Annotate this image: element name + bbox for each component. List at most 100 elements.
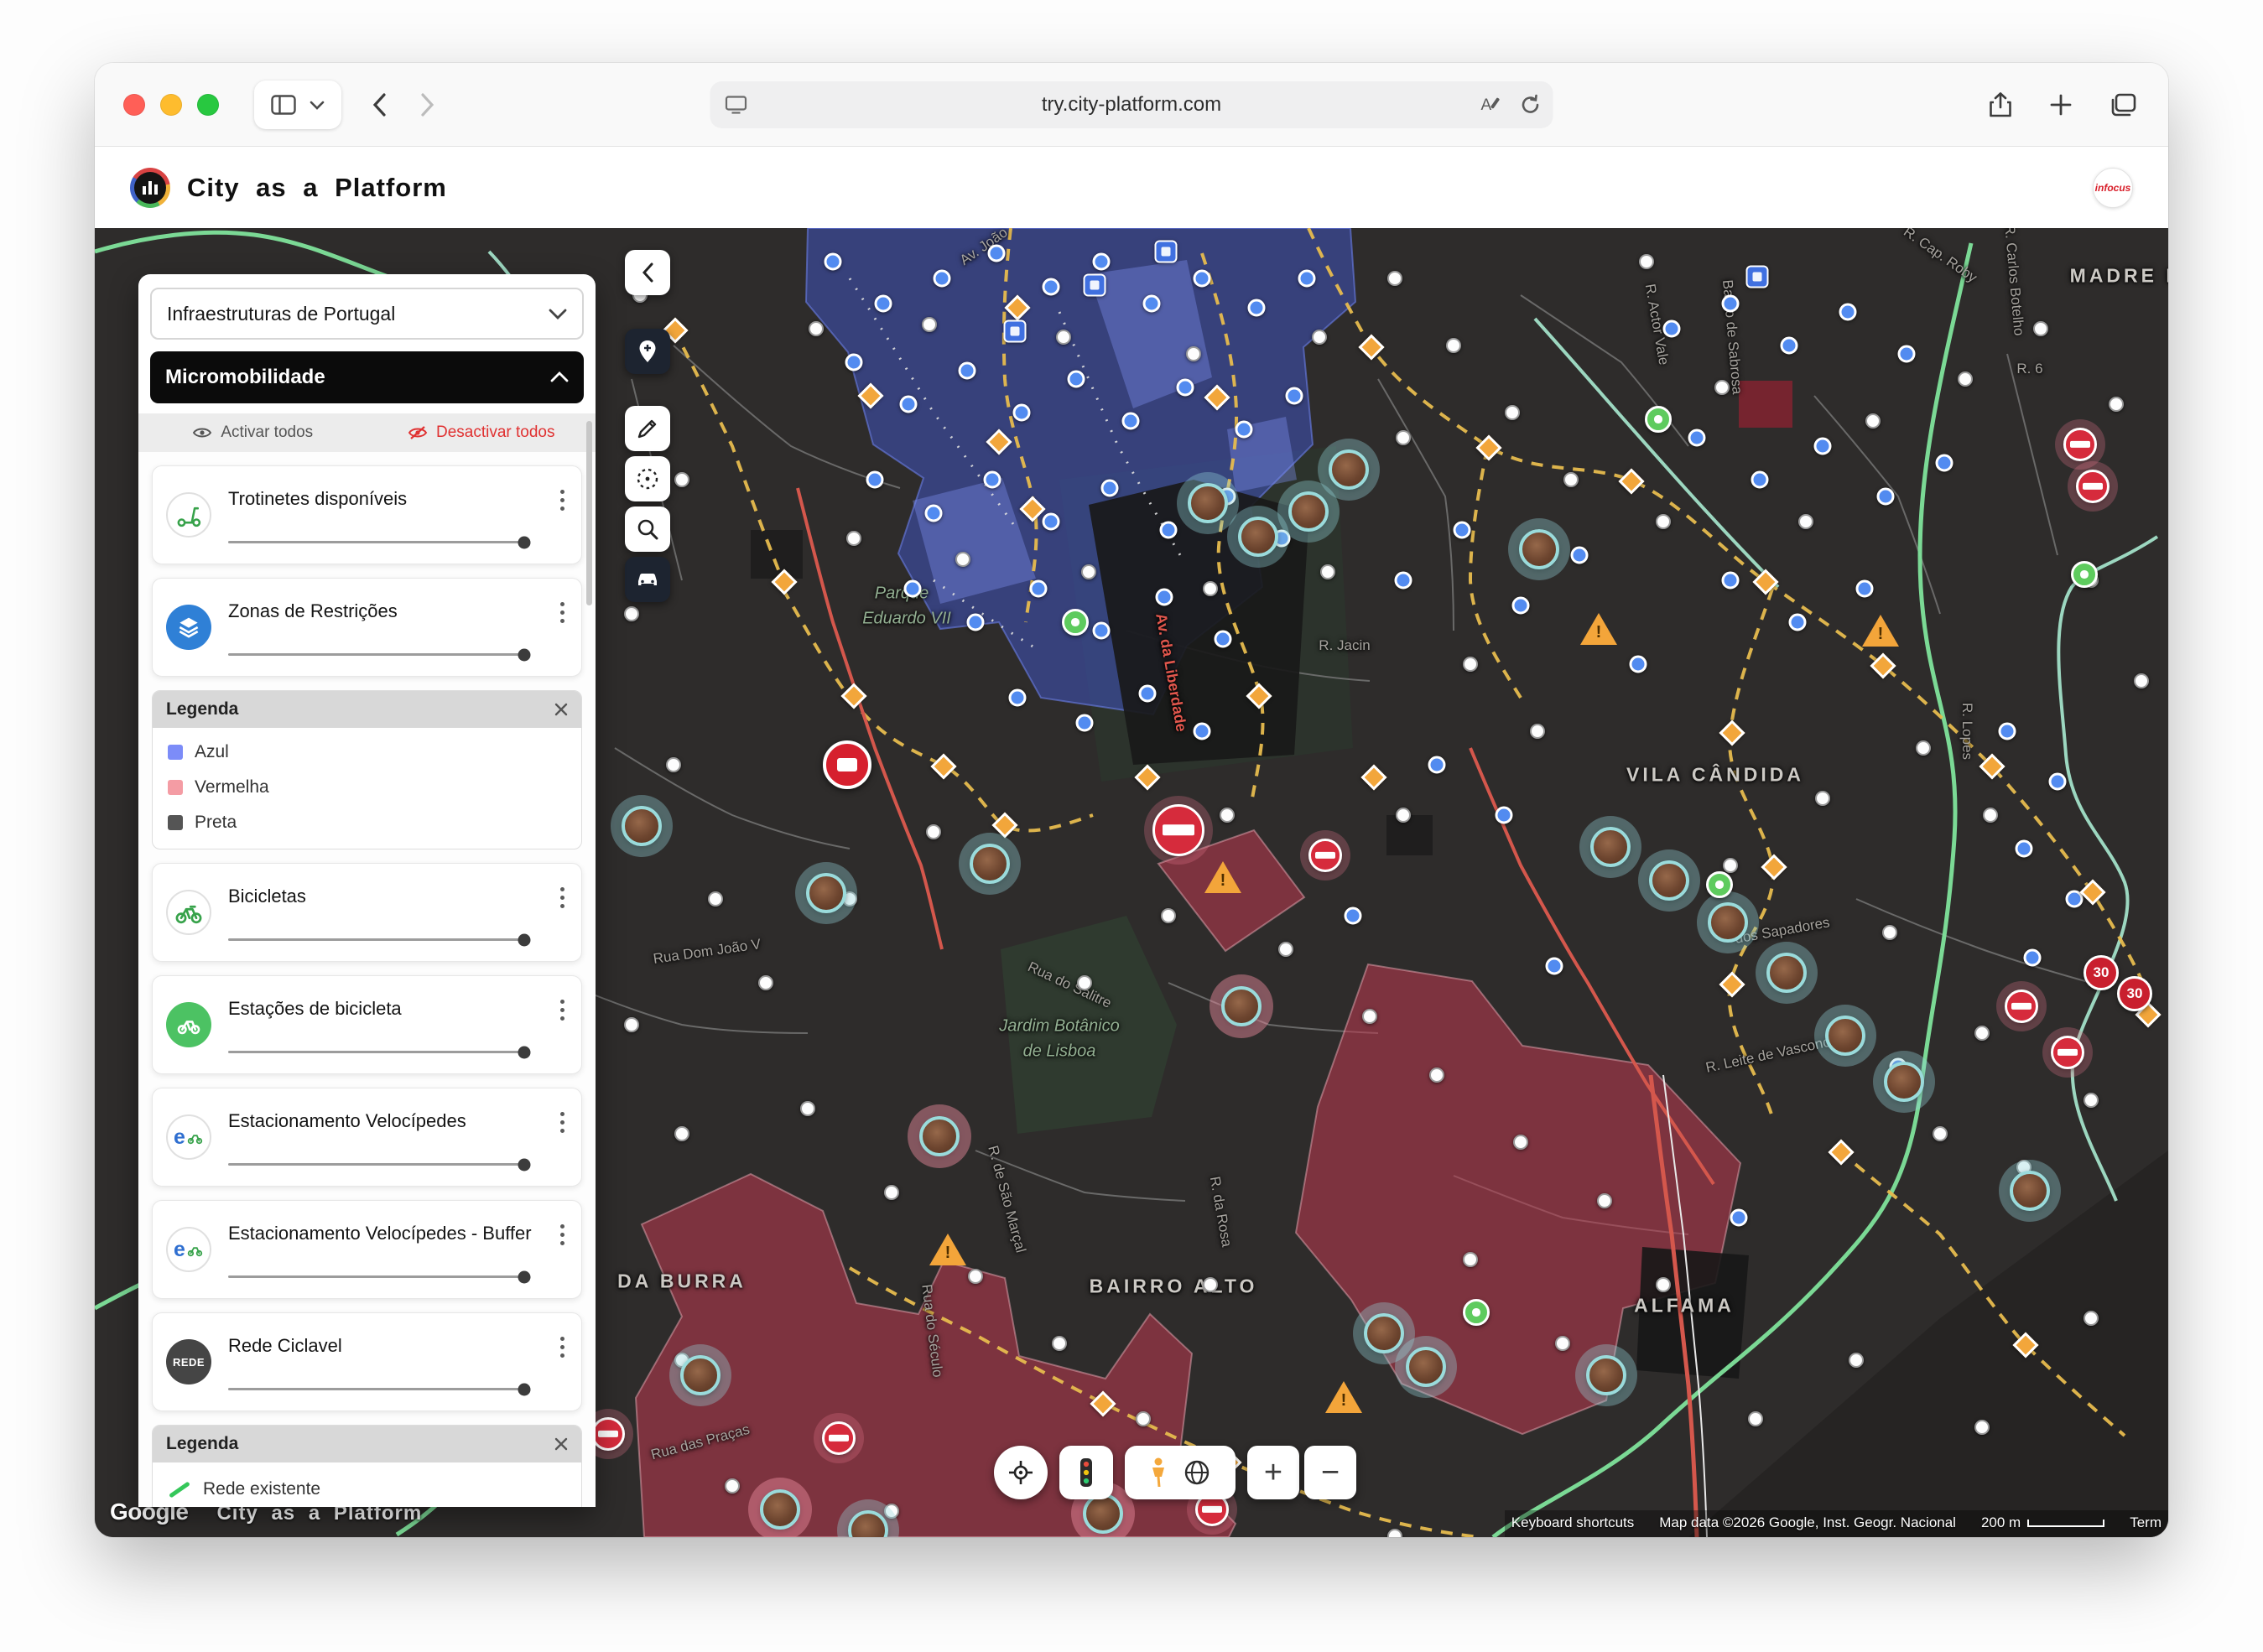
bike-share-marker[interactable] xyxy=(1395,572,1412,590)
draw-button[interactable] xyxy=(625,406,670,451)
bike-share-marker[interactable] xyxy=(925,505,943,522)
route-stop-marker[interactable] xyxy=(1360,764,1386,790)
poi-marker[interactable] xyxy=(1723,858,1738,873)
poi-marker[interactable] xyxy=(1656,514,1671,529)
close-icon[interactable] xyxy=(554,1437,568,1451)
bike-share-marker[interactable] xyxy=(1630,656,1647,673)
streetview-globe-control[interactable] xyxy=(1125,1446,1236,1499)
poi-marker[interactable] xyxy=(1933,1126,1948,1141)
bike-share-marker[interactable] xyxy=(1013,404,1031,422)
sidebar-scrollbar[interactable] xyxy=(586,421,592,605)
photo-marker[interactable] xyxy=(1519,529,1559,569)
bike-share-marker[interactable] xyxy=(1286,387,1303,405)
photo-marker[interactable] xyxy=(1188,483,1228,523)
photo-marker[interactable] xyxy=(622,806,662,846)
globe-icon[interactable] xyxy=(1183,1458,1211,1487)
poi-marker[interactable] xyxy=(1513,1135,1528,1150)
poi-marker[interactable] xyxy=(2033,321,2048,336)
poi-marker[interactable] xyxy=(809,321,824,336)
photo-marker[interactable] xyxy=(1586,1355,1626,1395)
station-pin-marker[interactable] xyxy=(1463,1299,1490,1326)
poi-marker[interactable] xyxy=(926,824,941,839)
poi-marker[interactable] xyxy=(1220,808,1235,823)
bike-share-marker[interactable] xyxy=(1856,580,1874,598)
back-button[interactable] xyxy=(372,92,387,117)
speed-limit-marker[interactable]: 30 xyxy=(2084,955,2119,990)
bike-share-marker[interactable] xyxy=(1936,455,1953,472)
sign-marker[interactable] xyxy=(1155,241,1178,263)
poi-marker[interactable] xyxy=(884,1185,899,1200)
poi-marker[interactable] xyxy=(1656,1277,1671,1292)
route-stop-marker[interactable] xyxy=(1475,434,1501,460)
poi-marker[interactable] xyxy=(1161,908,1176,923)
forward-button[interactable] xyxy=(420,92,435,117)
speed-limit-marker[interactable]: 30 xyxy=(2117,976,2152,1011)
layer-menu-button[interactable] xyxy=(557,1333,568,1361)
photo-marker[interactable] xyxy=(1238,517,1278,557)
poi-marker[interactable] xyxy=(1916,740,1931,756)
bike-share-marker[interactable] xyxy=(1143,295,1161,313)
bike-share-marker[interactable] xyxy=(1194,270,1211,288)
bike-share-marker[interactable] xyxy=(1428,756,1446,774)
bike-share-marker[interactable] xyxy=(866,471,884,489)
bike-share-marker[interactable] xyxy=(1030,580,1048,598)
route-stop-marker[interactable] xyxy=(1618,468,1644,494)
bike-share-marker[interactable] xyxy=(1043,513,1060,531)
poi-marker[interactable] xyxy=(1563,472,1579,487)
poi-marker[interactable] xyxy=(1463,1252,1478,1267)
close-window-button[interactable] xyxy=(123,94,145,116)
add-location-button[interactable] xyxy=(625,329,670,374)
select-area-button[interactable] xyxy=(625,456,670,501)
bike-share-marker[interactable] xyxy=(1571,547,1589,564)
bike-share-marker[interactable] xyxy=(984,471,1001,489)
no-entry-marker[interactable] xyxy=(2005,990,2038,1023)
route-stop-marker[interactable] xyxy=(1019,496,1045,522)
traffic-layer-button[interactable] xyxy=(1059,1446,1113,1499)
poi-marker[interactable] xyxy=(2084,1311,2099,1326)
my-location-button[interactable] xyxy=(994,1446,1048,1499)
collapse-sidebar-button[interactable] xyxy=(625,250,670,295)
bike-share-marker[interactable] xyxy=(1722,295,1740,313)
route-stop-marker[interactable] xyxy=(840,683,866,709)
route-stop-marker[interactable] xyxy=(1090,1390,1116,1416)
poi-marker[interactable] xyxy=(1882,925,1897,940)
bike-share-marker[interactable] xyxy=(1722,572,1740,590)
route-stop-marker[interactable] xyxy=(857,382,883,408)
bike-share-marker[interactable] xyxy=(2049,773,2067,791)
poi-marker[interactable] xyxy=(1849,1353,1864,1368)
no-entry-marker[interactable] xyxy=(591,1417,625,1451)
zoom-window-button[interactable] xyxy=(197,94,219,116)
poi-marker[interactable] xyxy=(1505,405,1520,420)
bike-share-marker[interactable] xyxy=(1177,379,1194,397)
poi-marker[interactable] xyxy=(1081,564,1096,579)
poi-marker[interactable] xyxy=(2084,1093,2099,1108)
poi-marker[interactable] xyxy=(1396,430,1411,445)
station-pin-marker[interactable] xyxy=(2071,561,2098,588)
bike-share-marker[interactable] xyxy=(1068,371,1085,388)
route-stop-marker[interactable] xyxy=(1979,753,2005,779)
poi-marker[interactable] xyxy=(1387,271,1402,286)
poi-marker[interactable] xyxy=(1312,330,1327,345)
photo-marker[interactable] xyxy=(1766,953,1807,993)
bike-share-marker[interactable] xyxy=(1236,421,1253,439)
poi-marker[interactable] xyxy=(1320,564,1335,579)
poi-marker[interactable] xyxy=(1798,514,1813,529)
zoom-out-button[interactable]: − xyxy=(1304,1446,1356,1499)
no-entry-marker[interactable] xyxy=(2063,428,2097,461)
route-stop-marker[interactable] xyxy=(1719,720,1745,745)
slider-knob[interactable] xyxy=(518,1270,531,1283)
car-layer-button[interactable] xyxy=(625,557,670,602)
opacity-slider[interactable] xyxy=(228,653,526,656)
bike-share-marker[interactable] xyxy=(1156,589,1173,606)
address-bar[interactable]: try.city-platform.com A xyxy=(710,81,1553,128)
photo-marker[interactable] xyxy=(848,1510,888,1537)
bike-share-marker[interactable] xyxy=(1248,299,1266,317)
photo-marker[interactable] xyxy=(1288,491,1329,532)
photo-marker[interactable] xyxy=(1329,449,1369,490)
poi-marker[interactable] xyxy=(1203,1277,1218,1292)
photo-marker[interactable] xyxy=(1364,1313,1404,1353)
poi-marker[interactable] xyxy=(1530,724,1545,739)
bike-share-marker[interactable] xyxy=(845,354,863,371)
no-entry-marker[interactable] xyxy=(2051,1036,2084,1069)
bike-share-marker[interactable] xyxy=(1814,438,1832,455)
